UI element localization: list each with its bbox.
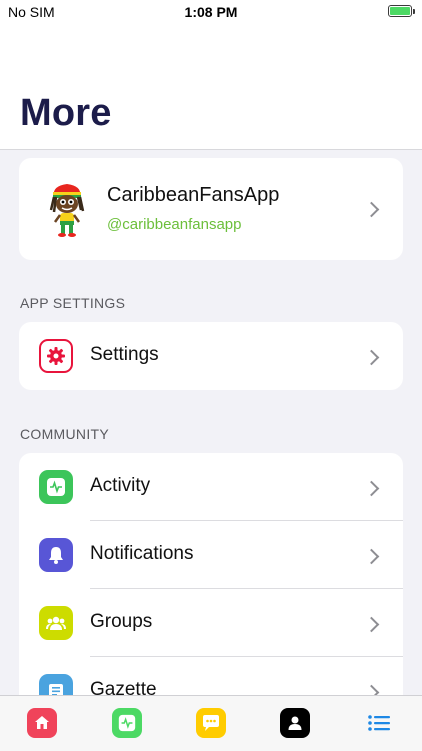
profile-icon	[288, 716, 302, 730]
chevron-right-icon	[363, 548, 380, 565]
tab-home[interactable]	[27, 708, 57, 738]
tab-more[interactable]	[364, 708, 394, 738]
settings-row[interactable]: Settings	[19, 322, 403, 390]
bell-icon	[39, 538, 73, 572]
tab-activity[interactable]	[112, 708, 142, 738]
chevron-right-icon	[363, 480, 380, 497]
tab-bar	[0, 695, 422, 751]
page-title: More	[20, 92, 112, 134]
activity-icon	[118, 714, 136, 732]
activity-row[interactable]: Activity	[19, 453, 403, 521]
mascot-avatar	[49, 184, 85, 237]
tab-profile[interactable]	[280, 708, 310, 738]
chevron-right-icon	[363, 201, 380, 218]
gear-icon	[39, 339, 73, 373]
home-icon	[35, 716, 49, 729]
chevron-right-icon	[363, 349, 380, 366]
settings-label: Settings	[90, 344, 159, 365]
tab-chat[interactable]	[196, 708, 226, 738]
battery-icon	[388, 5, 415, 17]
groups-label: Groups	[90, 611, 153, 632]
notifications-row[interactable]: Notifications	[19, 521, 403, 589]
status-bar: No SIM 1:08 PM	[0, 0, 422, 24]
groups-icon	[39, 606, 73, 640]
profile-card[interactable]: CaribbeanFansApp @caribbeanfansapp	[19, 158, 403, 260]
activity-label: Activity	[90, 475, 151, 496]
app-settings-card: Settings	[19, 322, 403, 390]
section-header-app-settings: APP SETTINGS	[20, 295, 126, 311]
clock: 1:08 PM	[184, 4, 238, 20]
activity-icon	[39, 470, 73, 504]
chevron-right-icon	[363, 616, 380, 633]
groups-row[interactable]: Groups	[19, 589, 403, 657]
profile-handle: @caribbeanfansapp	[107, 216, 242, 233]
menu-icon	[368, 715, 390, 731]
notifications-label: Notifications	[90, 543, 194, 564]
navigation-header: More	[0, 24, 422, 150]
profile-name: CaribbeanFansApp	[107, 184, 280, 206]
section-header-community: COMMUNITY	[20, 426, 110, 442]
community-card: Activity Notifications Groups Gazette	[19, 453, 403, 713]
chat-icon	[203, 715, 219, 731]
